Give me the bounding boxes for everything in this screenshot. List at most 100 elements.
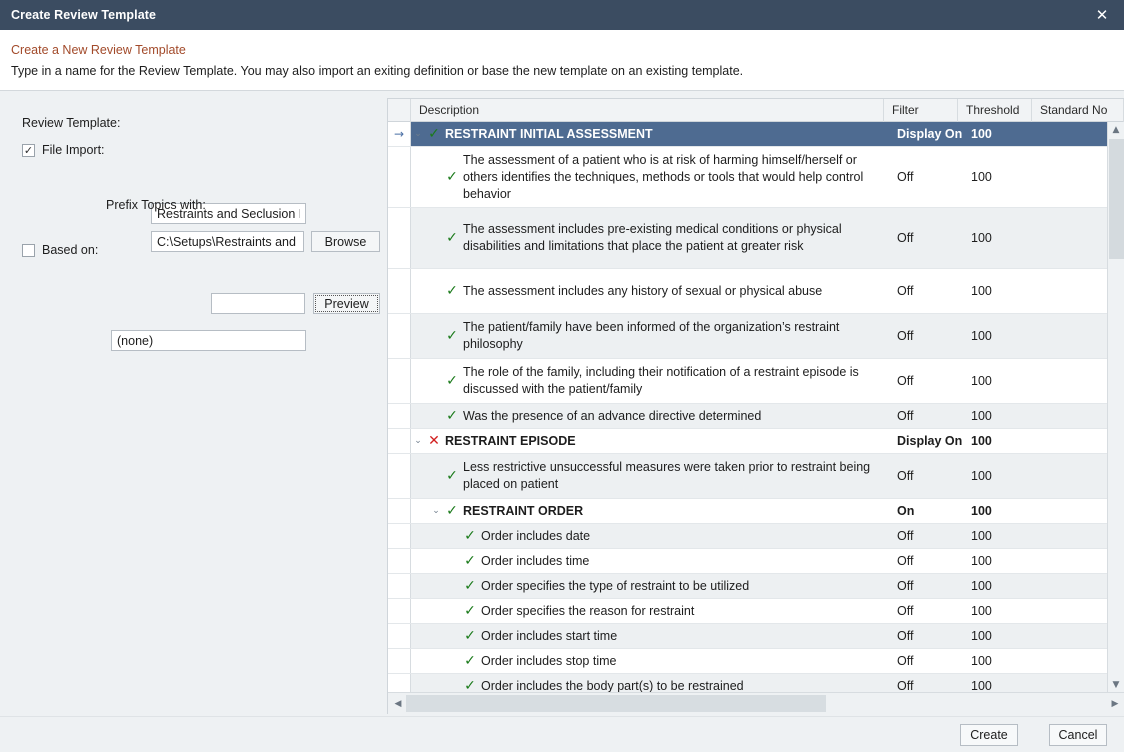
row-indicator-gutter[interactable] — [388, 269, 411, 313]
check-mark-icon[interactable]: ✓ — [443, 409, 461, 423]
row-content: ✓ Order includes the body part(s) to be r… — [411, 674, 897, 694]
vertical-scrollbar-thumb[interactable] — [1109, 139, 1124, 259]
check-mark-icon[interactable]: ✓ — [425, 127, 443, 141]
row-description: Order specifies the reason for restraint — [481, 603, 695, 618]
table-row[interactable]: ✓ Order includes start time Off 100 — [388, 624, 1124, 649]
row-description: Order includes start time — [481, 628, 618, 643]
table-row[interactable]: ✓ Order includes date Off 100 — [388, 524, 1124, 549]
review-template-row: Review Template: — [22, 112, 120, 134]
table-row[interactable]: ✓ The role of the family, including their… — [388, 359, 1124, 404]
row-content: ✓ Order includes start time — [411, 624, 897, 648]
based-on-input[interactable] — [111, 330, 306, 351]
check-mark-icon[interactable]: ✓ — [461, 579, 479, 593]
grid-header-description[interactable]: Description — [411, 98, 884, 122]
file-import-path-input[interactable] — [151, 231, 304, 252]
row-indicator-gutter[interactable] — [388, 524, 411, 548]
row-content: ✓ Order includes stop time — [411, 649, 897, 673]
row-indicator-gutter[interactable] — [388, 359, 411, 403]
row-indicator-gutter[interactable] — [388, 599, 411, 623]
row-filter: On — [897, 504, 915, 518]
row-description: Order includes date — [481, 528, 591, 543]
table-row[interactable]: ⌄ ✓ RESTRAINT ORDER On 100 — [388, 499, 1124, 524]
grid-header-gutter — [388, 98, 411, 122]
row-indicator-gutter[interactable] — [388, 314, 411, 358]
preview-button[interactable]: Preview — [313, 293, 380, 314]
table-row[interactable]: ✓ Order includes stop time Off 100 — [388, 649, 1124, 674]
table-row[interactable]: ✓ Order specifies the reason for restrain… — [388, 599, 1124, 624]
cancel-button[interactable]: Cancel — [1049, 724, 1107, 746]
check-mark-icon[interactable]: ✓ — [443, 231, 461, 245]
row-indicator-gutter[interactable] — [388, 147, 411, 207]
check-mark-icon[interactable]: ✓ — [461, 554, 479, 568]
prefix-topics-input[interactable] — [211, 293, 305, 314]
row-indicator-gutter[interactable] — [388, 549, 411, 573]
intro-heading: Create a New Review Template — [11, 43, 186, 57]
file-import-checkbox[interactable]: ✓ — [22, 143, 35, 157]
check-mark-icon[interactable]: ✓ — [443, 469, 461, 483]
row-indicator-gutter[interactable] — [388, 429, 411, 453]
row-filter: Display On — [897, 127, 963, 141]
row-indicator-gutter[interactable] — [388, 208, 411, 268]
row-threshold: 100 — [971, 554, 992, 568]
chevron-down-icon[interactable]: ⌄ — [429, 506, 443, 516]
chevron-down-icon[interactable]: ⌄ — [411, 129, 425, 139]
browse-button[interactable]: Browse — [311, 231, 380, 252]
row-threshold: 100 — [971, 127, 992, 141]
grid-header-standard-no[interactable]: Standard No — [1032, 98, 1124, 122]
table-row[interactable]: ✓ The patient/family have been informed o… — [388, 314, 1124, 359]
grid-horizontal-scrollbar[interactable]: ◀ ▶ — [388, 692, 1124, 714]
scroll-right-icon[interactable]: ▶ — [1107, 693, 1123, 714]
table-row[interactable]: ✓ Order includes the body part(s) to be r… — [388, 674, 1124, 693]
scroll-left-icon[interactable]: ◀ — [390, 693, 406, 714]
row-indicator-gutter[interactable]: → — [388, 122, 411, 146]
table-row[interactable]: ⌄ ✕ RESTRAINT EPISODE Display On 100 — [388, 429, 1124, 454]
table-row[interactable]: ✓ Was the presence of an advance directiv… — [388, 404, 1124, 429]
scroll-up-icon[interactable]: ▲ — [1108, 122, 1124, 138]
dialog-footer: Create Cancel — [0, 716, 1124, 752]
table-row[interactable]: ✓ Order includes time Off 100 — [388, 549, 1124, 574]
row-description: The patient/family have been informed of… — [463, 320, 840, 351]
row-indicator-gutter[interactable] — [388, 574, 411, 598]
row-filter: Off — [897, 579, 914, 593]
table-row[interactable]: ✓ Order specifies the type of restraint t… — [388, 574, 1124, 599]
check-mark-icon[interactable]: ✓ — [461, 654, 479, 668]
cross-mark-icon[interactable]: ✕ — [425, 434, 443, 448]
check-mark-icon[interactable]: ✓ — [461, 604, 479, 618]
check-mark-icon[interactable]: ✓ — [461, 629, 479, 643]
prefix-topics-label: Prefix Topics with: — [106, 198, 206, 212]
row-threshold: 100 — [971, 170, 992, 184]
current-row-arrow-icon: → — [393, 127, 405, 141]
row-content: ✓ The patient/family have been informed o… — [411, 314, 897, 358]
chevron-down-icon[interactable]: ⌄ — [411, 436, 425, 446]
check-mark-icon[interactable]: ✓ — [443, 284, 461, 298]
grid-vertical-scrollbar[interactable]: ▲ ▼ — [1107, 122, 1124, 693]
row-indicator-gutter[interactable] — [388, 499, 411, 523]
check-mark-icon[interactable]: ✓ — [443, 374, 461, 388]
check-mark-icon[interactable]: ✓ — [443, 329, 461, 343]
row-indicator-gutter[interactable] — [388, 454, 411, 498]
table-row[interactable]: ✓ The assessment includes any history of … — [388, 269, 1124, 314]
table-row[interactable]: ✓ Less restrictive unsuccessful measures … — [388, 454, 1124, 499]
grid-header-threshold[interactable]: Threshold — [958, 98, 1032, 122]
based-on-checkbox[interactable] — [22, 243, 35, 257]
row-indicator-gutter[interactable] — [388, 624, 411, 648]
check-mark-icon[interactable]: ✓ — [461, 529, 479, 543]
check-mark-icon[interactable]: ✓ — [443, 504, 461, 518]
close-icon[interactable]: ✕ — [1080, 0, 1124, 30]
file-import-label: File Import: — [42, 143, 105, 157]
table-row[interactable]: ✓ The assessment includes pre-existing me… — [388, 208, 1124, 269]
table-row[interactable]: ✓ The assessment of a patient who is at r… — [388, 147, 1124, 208]
table-row[interactable]: → ⌄ ✓ RESTRAINT INITIAL ASSESSMENT Display O… — [388, 122, 1124, 147]
create-button[interactable]: Create — [960, 724, 1018, 746]
grid-header-filter[interactable]: Filter — [884, 98, 958, 122]
row-indicator-gutter[interactable] — [388, 674, 411, 693]
scroll-down-icon[interactable]: ▼ — [1108, 677, 1124, 693]
row-content: ✓ Order specifies the reason for restrain… — [411, 599, 897, 623]
check-mark-icon[interactable]: ✓ — [443, 170, 461, 184]
check-mark-icon[interactable]: ✓ — [461, 679, 479, 693]
row-threshold: 100 — [971, 374, 992, 388]
horizontal-scrollbar-thumb[interactable] — [406, 695, 826, 712]
row-indicator-gutter[interactable] — [388, 649, 411, 673]
row-threshold: 100 — [971, 679, 992, 693]
row-indicator-gutter[interactable] — [388, 404, 411, 428]
